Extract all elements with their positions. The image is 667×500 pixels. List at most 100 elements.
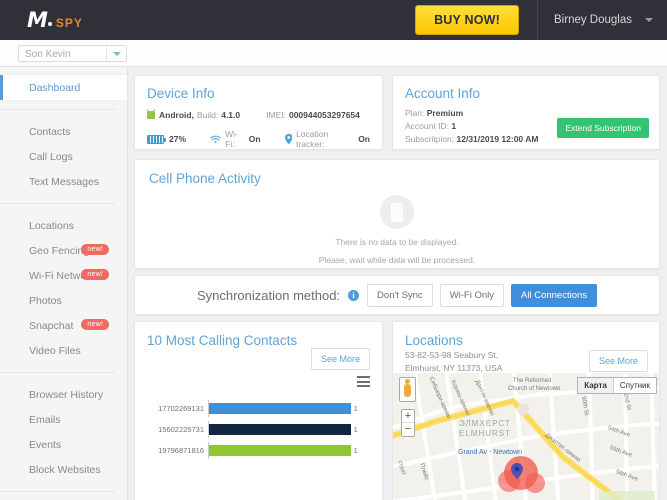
user-menu[interactable]: Birney Douglas (538, 0, 667, 40)
bar[interactable] (209, 445, 351, 456)
locations-card: Locations 53-82-53-98 Seabury St, Elmhur… (392, 321, 660, 500)
imei-value: 000944053297654 (288, 110, 360, 120)
battery-value: 27% (169, 134, 187, 144)
sync-options: Don't Sync Wi-Fi Only All Connections (367, 283, 598, 307)
map-location-marker-icon[interactable] (511, 463, 523, 479)
synchronization-method-card: Synchronization method: i Don't Sync Wi-F… (134, 275, 660, 315)
logo-letter-icon: M (27, 7, 48, 32)
info-icon[interactable]: i (348, 289, 360, 301)
chevron-down-icon (112, 51, 121, 56)
bar-track: 1 (209, 445, 370, 456)
sidebar-item-label: Text Messages (29, 175, 100, 188)
top-bar: M SPY BUY NOW! Birney Douglas (0, 0, 667, 40)
sync-option-wi-fi-only[interactable]: Wi-Fi Only (439, 283, 505, 307)
phone-glyph-icon (391, 202, 403, 222)
bar[interactable] (209, 403, 351, 414)
sidebar-item-contacts[interactable]: Contacts (0, 119, 127, 144)
location-tracker-label: Location tracker: (296, 129, 329, 149)
location-tracker-value: On (358, 134, 370, 144)
sidebar-item-label: Events (29, 438, 62, 451)
map-type-control[interactable]: Карта Спутник (577, 377, 657, 394)
bar-chart-row: 19796871816 1 (147, 442, 370, 459)
sidebar-item-label: Contacts (29, 125, 71, 138)
build-label: Build: (196, 110, 219, 120)
os-label: Android, (159, 110, 194, 120)
sidebar-item-events[interactable]: Events (0, 432, 127, 457)
empty-state-line-1: There is no data to be displayed. (335, 237, 459, 247)
map-zoom-out-button[interactable]: − (402, 423, 414, 436)
sync-option-all-connections[interactable]: All Connections (511, 283, 598, 307)
bar-chart-row: 15602225731 1 (147, 421, 370, 438)
buy-now-button[interactable]: BUY NOW! (415, 5, 520, 35)
sidebar-item-label: Locations (29, 219, 74, 232)
android-icon (147, 111, 155, 119)
bar-track: 1 (209, 424, 370, 435)
sidebar-divider (0, 109, 115, 110)
map-label-church: Church of Newtown (508, 386, 561, 392)
main-content: Device Info Android, Build: 4.1.0 IMEI: … (128, 67, 667, 500)
sidebar-item-photos[interactable]: Photos (0, 288, 127, 313)
sidebar-divider (0, 491, 115, 492)
device-info-card: Device Info Android, Build: 4.1.0 IMEI: … (134, 75, 383, 150)
sidebar-item-dashboard[interactable]: Dashboard (0, 75, 127, 100)
device-info-row-1: Android, Build: 4.1.0 IMEI: 000944053297… (147, 110, 370, 120)
extend-subscription-button[interactable]: Extend Subscription (557, 118, 649, 138)
sidebar-item-browser-history[interactable]: Browser History (0, 382, 127, 407)
sidebar-item-locations[interactable]: Locations (0, 213, 127, 238)
sync-label: Synchronization method: (196, 287, 341, 303)
sidebar-item-snapchat[interactable]: Snapchat new! (0, 313, 127, 338)
target-device-dropdown-arrow[interactable] (106, 46, 126, 61)
location-map[interactable]: The Reformed Church of Newtown ЭЛМХЕРСТ … (393, 373, 659, 500)
bar-value-label: 1 (353, 425, 358, 434)
bar[interactable] (209, 424, 351, 435)
battery-info: 27% (147, 134, 186, 144)
sidebar-divider (0, 372, 115, 373)
user-name: Birney Douglas (554, 14, 632, 26)
sidebar-item-emails[interactable]: Emails (0, 407, 127, 432)
map-label-elmherst-ru: ЭЛМХЕРСТ (459, 419, 511, 428)
see-more-button[interactable]: See More (310, 348, 370, 370)
most-calling-contacts-card: 10 Most Calling Contacts See More 177022… (134, 321, 383, 500)
sync-option-don-t-sync[interactable]: Don't Sync (367, 283, 433, 307)
logo[interactable]: M SPY (27, 7, 83, 32)
subscription-value: 12/31/2019 12:00 AM (456, 134, 539, 144)
new-badge: new! (81, 244, 109, 255)
battery-icon (147, 134, 166, 144)
map-zoom-control[interactable]: + − (401, 409, 415, 437)
imei-info: IMEI: 000944053297654 (266, 110, 360, 120)
bar-category-label: 17702269131 (158, 404, 204, 413)
plan-label: Plan: (405, 108, 425, 118)
bar-category-label: 19796871816 (158, 446, 204, 455)
map-zoom-in-button[interactable]: + (402, 410, 414, 423)
chart-menu-icon[interactable] (357, 376, 370, 390)
bar-value-label: 1 (353, 446, 358, 455)
dashboard-page: M SPY BUY NOW! Birney Douglas Son Kevin … (0, 0, 667, 500)
sidebar-item-wi-fi-networks[interactable]: Wi-Fi Networks new! (0, 263, 127, 288)
map-type-satellite-button[interactable]: Спутник (612, 378, 656, 393)
sidebar-item-label: Dashboard (29, 81, 81, 94)
bar-category-label: 15602225731 (158, 425, 204, 434)
street-view-pegman-icon[interactable] (399, 377, 416, 402)
sidebar-item-call-logs[interactable]: Call Logs (0, 144, 127, 169)
wifi-info: Wi-Fi: On (210, 129, 261, 149)
cell-phone-activity-card: Cell Phone Activity There is no data to … (134, 159, 660, 269)
logo-dot-icon (47, 21, 52, 26)
map-label-grand-av: Grand Av - Newtown (458, 449, 523, 456)
plan-value: Premium (426, 108, 464, 118)
account-id-value: 1 (451, 121, 457, 131)
map-type-map-button[interactable]: Карта (578, 378, 613, 393)
map-label-elmhurst-en: ELMHURST (459, 429, 512, 438)
os-info: Android, Build: 4.1.0 (147, 110, 240, 120)
sidebar-item-video-files[interactable]: Video Files (0, 338, 127, 363)
sidebar-item-geo-fencing[interactable]: Geo Fencing new! (0, 238, 127, 263)
bar-chart-row: 17702269131 1 (147, 400, 370, 417)
locations-see-more-button[interactable]: See More (588, 350, 648, 372)
map-label-reformed: The Reformed (513, 378, 552, 384)
locations-title: Locations (405, 333, 463, 348)
sidebar-item-text-messages[interactable]: Text Messages (0, 169, 127, 194)
target-device-select[interactable]: Son Kevin (18, 45, 127, 62)
sidebar-item-block-websites[interactable]: Block Websites (0, 457, 127, 482)
imei-label: IMEI: (266, 110, 286, 120)
account-info-card: Account Info Plan: Premium Account ID: 1… (392, 75, 660, 150)
sidebar[interactable]: Dashboard Contacts Call Logs Text Messages L… (0, 67, 128, 500)
